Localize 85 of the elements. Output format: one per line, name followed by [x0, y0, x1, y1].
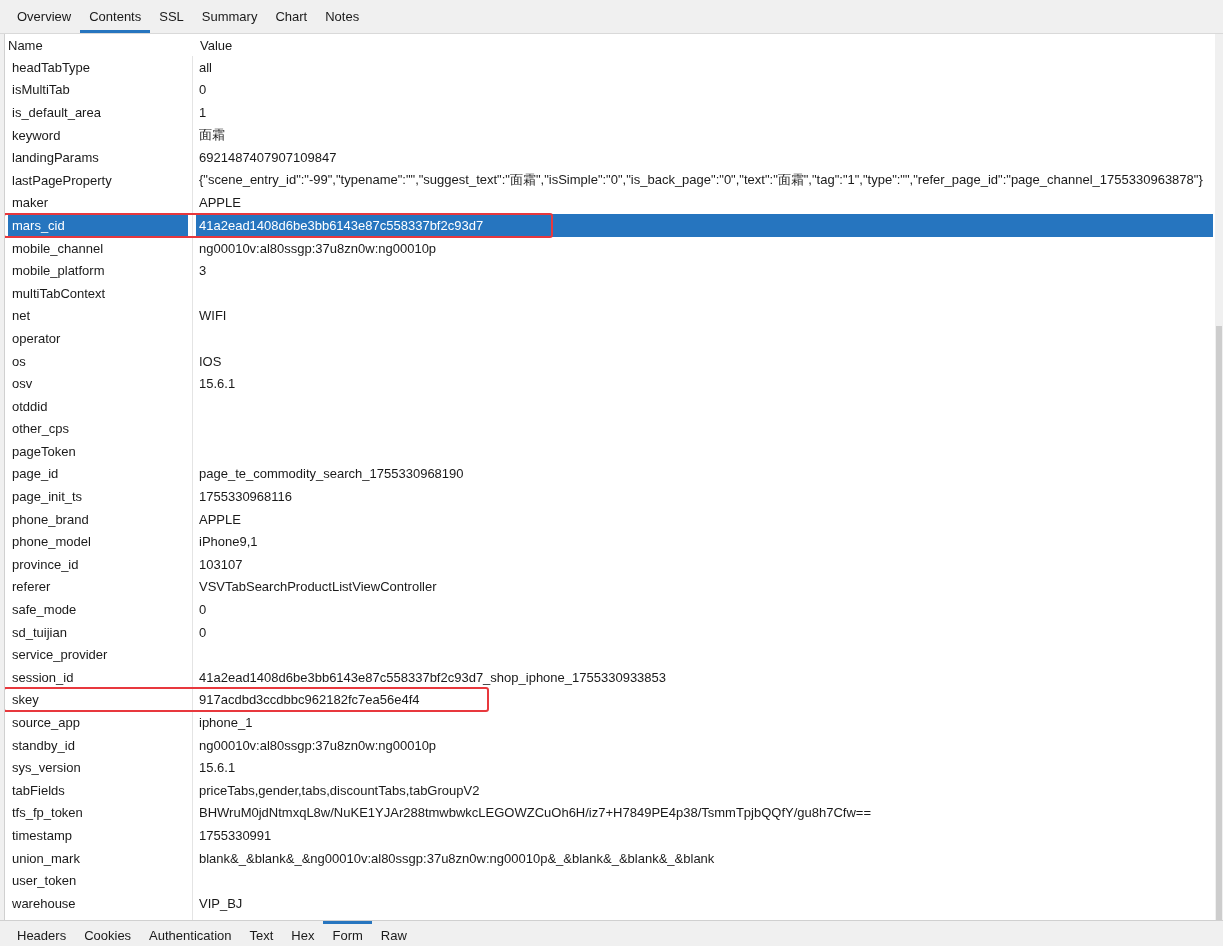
table-cell: 6921487407907109847: [199, 150, 337, 166]
table-cell-text: skey: [11, 691, 40, 710]
tab[interactable]: SSL: [150, 0, 193, 33]
tab[interactable]: Chart: [266, 0, 317, 33]
table-cell: 1755330991: [199, 828, 272, 843]
table-cell: 41a2ead1408d6be3bb6143e87c558337bf2c93d7_shop_iphone_1755330933853: [199, 669, 667, 685]
table-cell: 3: [199, 263, 207, 279]
table-cell: 917acdbd3ccdbbc962182fc7ea56e4f4: [199, 692, 420, 708]
table-cell: IOS: [199, 353, 222, 369]
table-cell-text: safe_mode: [11, 601, 78, 620]
table-cell: 0: [199, 82, 207, 98]
table-cell-text: maker: [11, 194, 50, 213]
table-cell-text: phone_model: [11, 533, 92, 552]
table-cell-text: is_default_area: [11, 104, 102, 122]
tab[interactable]: Notes: [316, 0, 369, 33]
table-cell-text: multiTabContext: [11, 284, 107, 303]
table-cell-text: landingParams: [11, 149, 100, 168]
table-cell: APPLE: [199, 511, 241, 527]
table-cell: blank&_&blank&_&ng00010v:al80ssgp:37u8zn0w:ng00010p&_&blank&_&blank&_&blank: [199, 850, 715, 866]
table-cell-text: province_id: [11, 555, 80, 574]
column-header[interactable]: Name: [5, 37, 193, 53]
tab[interactable]: Headers: [8, 921, 76, 946]
table-cell: VSVTabSearchProductListViewController: [199, 579, 437, 595]
table-cell-text: operator: [11, 329, 62, 348]
table-cell-text: warehouse: [11, 894, 77, 913]
table-cell-text: session_id: [11, 668, 75, 687]
table-cell-text: os: [11, 352, 27, 371]
table-cell: WIFI: [199, 308, 227, 324]
table-cell-text: page_id: [11, 465, 60, 484]
table-cell-text: tfs_fp_token: [11, 804, 84, 823]
table-cell: 面霜: [199, 127, 225, 143]
table-cell-text: source_app: [11, 714, 81, 732]
scroll-thumb[interactable]: [1216, 326, 1222, 920]
scrollbar[interactable]: [1215, 34, 1223, 920]
table-cell: 103107: [199, 556, 243, 572]
table-cell-text: standby_id: [11, 736, 76, 755]
table-cell-text: isMultiTab: [11, 81, 71, 100]
tab[interactable]: Hex: [282, 921, 324, 946]
table-cell-text: service_provider: [11, 646, 109, 665]
table-cell: 41a2ead1408d6be3bb6143e87c558337bf2c93d7: [199, 217, 484, 233]
table-cell-text: tabFields: [11, 781, 66, 800]
table-cell: 1: [199, 105, 207, 120]
table-cell-text: net: [11, 307, 32, 326]
table-cell-text: keyword: [11, 126, 62, 145]
table-cell-text: osv: [11, 375, 34, 394]
table-cell: priceTabs,gender,tabs,discountTabs,tabGroupV2: [199, 782, 480, 798]
table-cell: 0: [199, 602, 207, 618]
table-cell-text: other_cps: [11, 420, 71, 439]
tab[interactable]: Cookies: [75, 921, 141, 946]
table-cell-text: phone_brand: [11, 510, 90, 529]
tab[interactable]: Raw: [371, 921, 416, 946]
table-cell-text: user_token: [11, 872, 78, 891]
table-cell-text: union_mark: [11, 849, 81, 868]
tab[interactable]: Summary: [192, 0, 267, 33]
column-header[interactable]: Value: [193, 37, 233, 53]
table-cell: ng00010v:al80ssgp:37u8zn0w:ng00010p: [199, 240, 437, 256]
table-cell: page_te_commodity_search_1755330968190: [199, 466, 464, 482]
table-cell: all: [199, 59, 212, 75]
table-cell-text: page_init_ts: [11, 488, 84, 507]
table-cell: mars_cid: [8, 214, 188, 237]
table-cell-text: headTabType: [11, 58, 92, 77]
tab[interactable]: Text: [240, 921, 283, 946]
table-cell-text: sd_tuijian: [11, 623, 68, 642]
tab[interactable]: Overview: [8, 0, 81, 33]
table-cell-text: mobile_channel: [11, 239, 105, 258]
table-cell: APPLE: [199, 195, 241, 211]
table-cell-text: timestamp: [11, 827, 73, 845]
table-cell: BHWruM0jdNtmxqL8w/NuKE1YJAr288tmwbwkcLEGOWZCuOh6H/iz7+H7849PE4p38/TsmmTpjbQQfY/gu8h7Cfw==: [199, 805, 872, 821]
table-cell: 1755330968116: [199, 489, 293, 505]
table-cell: 0: [199, 624, 207, 640]
table-cell-text: referer: [11, 578, 52, 597]
table-cell: iphone_1: [199, 715, 253, 730]
table-cell: iPhone9,1: [199, 534, 258, 550]
table-cell-text: sys_version: [11, 759, 82, 778]
table-cell-text: otddid: [11, 397, 49, 416]
table-cell: 15.6.1: [199, 376, 236, 392]
table-cell: VIP_BJ: [199, 895, 243, 911]
table-cell: 15.6.1: [199, 760, 236, 776]
tab[interactable]: Form: [323, 921, 372, 946]
table-cell: ng00010v:al80ssgp:37u8zn0w:ng00010p: [199, 737, 437, 753]
table-cell-text: pageToken: [11, 442, 77, 461]
table-cell-text: lastPageProperty: [11, 171, 113, 190]
table-cell: {"scene_entry_id":"-99","typename":"","suggest_text":"面霜","isSimple":"0","is_back_page":"0","text":"面霜","tag":"1","type":"","refer_page_id":"page_channel_1755330963878"}: [199, 172, 1203, 188]
table-cell-text: mobile_platform: [11, 262, 106, 281]
tab[interactable]: Authentication: [140, 921, 241, 946]
